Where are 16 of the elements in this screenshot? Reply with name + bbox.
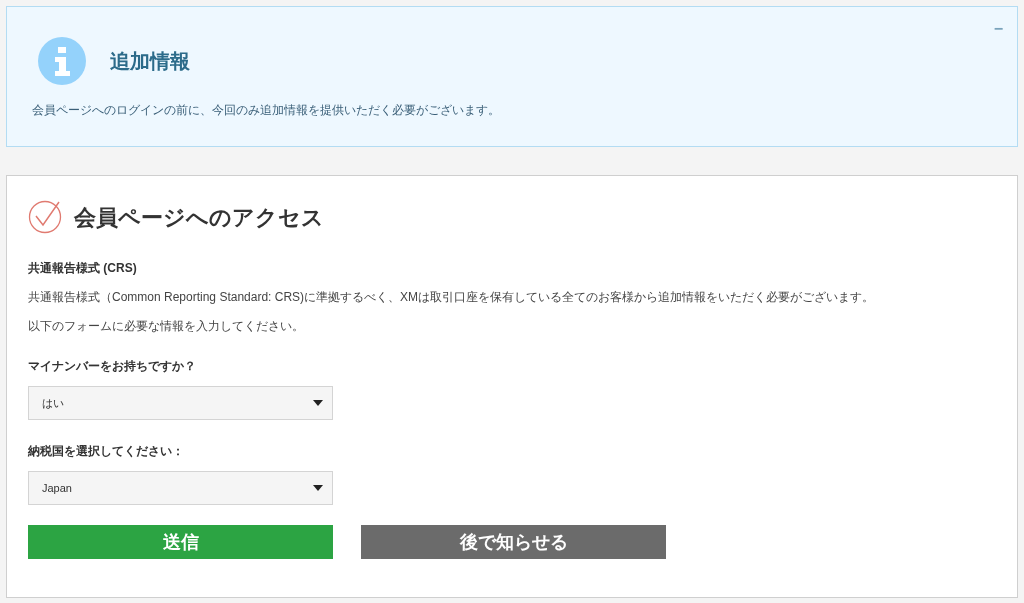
remind-later-button[interactable]: 後で知らせる (361, 525, 666, 559)
caret-icon (313, 400, 323, 406)
field-label: マイナンバーをお持ちですか？ (28, 358, 197, 375)
form-title: 会員ページへのアクセス (74, 203, 324, 232)
field-label: 納税国を選択してください： (28, 443, 185, 460)
info-title: 追加情報 (110, 49, 190, 74)
description-text: 以下のフォームに必要な情報を入力してください。 (28, 318, 305, 335)
description-text: 共通報告様式（Common Reporting Standard: CRS)に準拠するべく、XMは取引口座を保有している全てのお客様から追加情報をいただく必要がございます。 (28, 289, 876, 306)
checkmark-icon (28, 200, 62, 234)
info-icon (38, 37, 86, 85)
submit-button[interactable]: 送信 (28, 525, 333, 559)
caret-icon (313, 485, 323, 491)
info-message: 会員ページへのログインの前に、今回のみ追加情報を提供いただく必要がございます。 (32, 102, 501, 119)
select-dropdown[interactable]: はい (28, 386, 333, 420)
section-heading: 共通報告様式 (CRS) (28, 260, 138, 277)
select-dropdown[interactable]: Japan (28, 471, 333, 505)
